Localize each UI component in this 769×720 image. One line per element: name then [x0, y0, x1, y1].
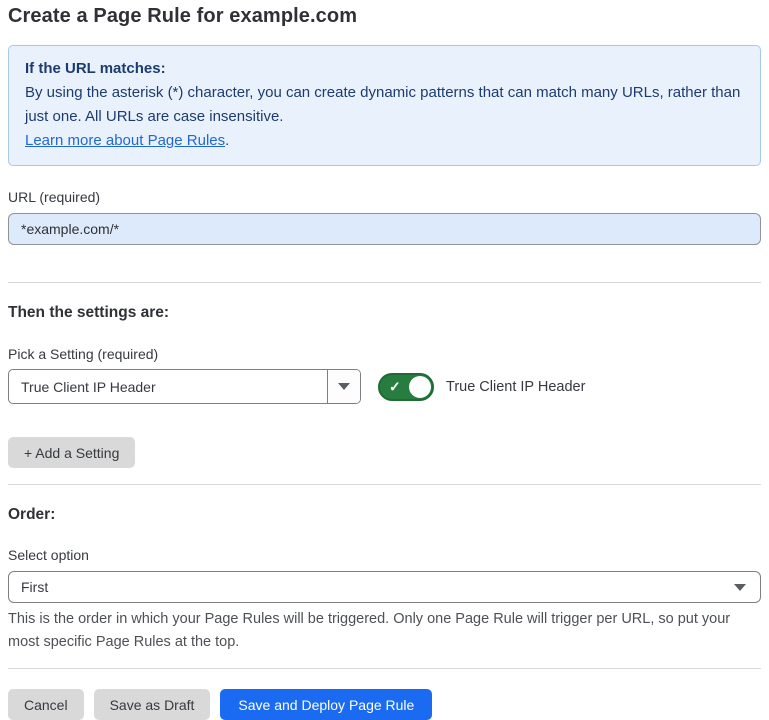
section-divider	[8, 484, 761, 485]
footer-actions: Cancel Save as Draft Save and Deploy Pag…	[8, 689, 761, 720]
setting-dropdown[interactable]: True Client IP Header	[8, 369, 361, 404]
add-setting-button[interactable]: + Add a Setting	[8, 437, 135, 468]
order-help-text: This is the order in which your Page Rul…	[8, 608, 753, 654]
cancel-button[interactable]: Cancel	[8, 689, 84, 720]
settings-section-heading: Then the settings are:	[8, 304, 761, 322]
chevron-down-icon	[734, 584, 746, 591]
learn-more-link[interactable]: Learn more about Page Rules	[25, 132, 225, 149]
info-box-link-line: Learn more about Page Rules.	[25, 129, 744, 153]
setting-dropdown-value: True Client IP Header	[9, 370, 327, 403]
info-box-body: By using the asterisk (*) character, you…	[25, 81, 744, 129]
url-matches-info-box: If the URL matches: By using the asteris…	[8, 45, 761, 166]
url-input[interactable]	[8, 213, 761, 245]
save-and-deploy-button[interactable]: Save and Deploy Page Rule	[220, 689, 432, 720]
pick-setting-label: Pick a Setting (required)	[8, 346, 761, 362]
setting-dropdown-caret-button[interactable]	[327, 370, 360, 403]
order-dropdown-value: First	[21, 579, 734, 595]
setting-toggle[interactable]: ✓	[378, 373, 434, 401]
order-section-heading: Order:	[8, 506, 761, 524]
footer-divider	[8, 668, 761, 669]
save-as-draft-button[interactable]: Save as Draft	[94, 689, 211, 720]
chevron-down-icon	[338, 383, 350, 390]
url-field-label: URL (required)	[8, 189, 761, 205]
info-box-heading: If the URL matches:	[25, 57, 744, 81]
order-select-label: Select option	[8, 547, 761, 563]
setting-picker-row: True Client IP Header ✓ True Client IP H…	[8, 369, 761, 404]
toggle-knob	[409, 376, 431, 398]
order-dropdown[interactable]: First	[8, 571, 761, 603]
section-divider	[8, 282, 761, 283]
toggle-label: True Client IP Header	[446, 379, 585, 395]
check-icon: ✓	[389, 379, 401, 393]
page-title: Create a Page Rule for example.com	[8, 5, 761, 28]
link-suffix: .	[225, 132, 229, 149]
